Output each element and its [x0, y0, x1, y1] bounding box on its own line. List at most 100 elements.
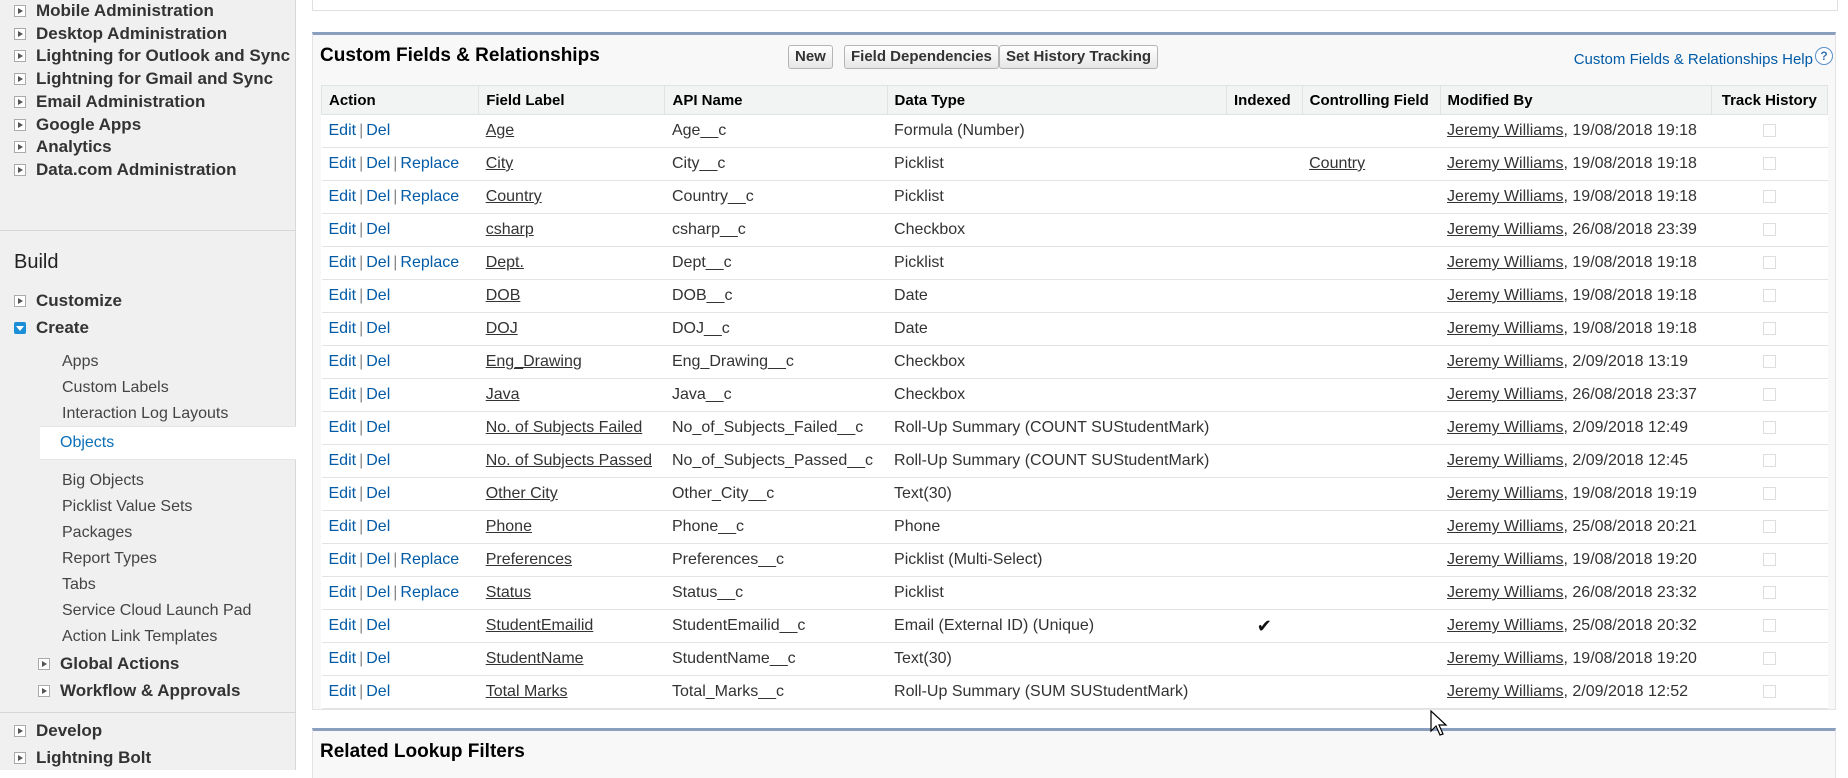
controlling-field-link[interactable]: Country: [1309, 155, 1365, 172]
field-label-link[interactable]: DOB: [486, 287, 521, 304]
edit-link[interactable]: Edit: [329, 485, 357, 502]
edit-link[interactable]: Edit: [329, 419, 357, 436]
column-header[interactable]: Track History: [1710, 85, 1829, 115]
user-link[interactable]: Jeremy Williams: [1447, 650, 1563, 667]
help-icon[interactable]: ?: [1815, 47, 1833, 65]
field-label-link[interactable]: City: [486, 155, 514, 172]
sidebar-subitem[interactable]: Interaction Log Layouts: [62, 401, 228, 427]
expand-icon[interactable]: [14, 118, 26, 131]
expand-icon[interactable]: [14, 50, 26, 63]
delete-link[interactable]: Del: [366, 287, 390, 304]
edit-link[interactable]: Edit: [329, 518, 357, 535]
user-link[interactable]: Jeremy Williams: [1447, 320, 1563, 337]
user-link[interactable]: Jeremy Williams: [1447, 188, 1563, 205]
edit-link[interactable]: Edit: [329, 452, 357, 469]
new-field-button[interactable]: New: [788, 45, 833, 69]
edit-link[interactable]: Edit: [329, 122, 357, 139]
field-label-link[interactable]: Java: [486, 386, 520, 403]
replace-link[interactable]: Replace: [400, 584, 459, 601]
expand-icon[interactable]: [14, 73, 26, 86]
delete-link[interactable]: Del: [366, 485, 390, 502]
column-header[interactable]: Controlling Field: [1301, 85, 1441, 115]
delete-link[interactable]: Del: [366, 188, 390, 205]
delete-link[interactable]: Del: [366, 650, 390, 667]
delete-link[interactable]: Del: [366, 419, 390, 436]
field-label-link[interactable]: Age: [486, 122, 514, 139]
delete-link[interactable]: Del: [366, 584, 390, 601]
field-label-link[interactable]: Preferences: [486, 551, 572, 568]
edit-link[interactable]: Edit: [329, 386, 357, 403]
delete-link[interactable]: Del: [366, 353, 390, 370]
sidebar-subitem[interactable]: Picklist Value Sets: [62, 494, 192, 520]
help-link[interactable]: Custom Fields & Relationships Help: [1574, 51, 1813, 68]
expand-icon[interactable]: [38, 658, 50, 670]
replace-link[interactable]: Replace: [400, 188, 459, 205]
column-header[interactable]: Field Label: [478, 85, 666, 115]
edit-link[interactable]: Edit: [329, 584, 357, 601]
sidebar-subitem[interactable]: Apps: [62, 349, 98, 375]
sidebar-item-workflow[interactable]: Workflow & Approvals: [38, 678, 240, 704]
delete-link[interactable]: Del: [366, 551, 390, 568]
field-label-link[interactable]: Other City: [486, 485, 558, 502]
field-label-link[interactable]: No. of Subjects Failed: [486, 419, 643, 436]
column-header[interactable]: Modified By: [1439, 85, 1712, 115]
sidebar-item-lightning-bolt[interactable]: Lightning Bolt: [14, 745, 151, 771]
edit-link[interactable]: Edit: [329, 320, 357, 337]
sidebar-subitem[interactable]: Big Objects: [62, 468, 144, 494]
sidebar-subitem[interactable]: Tabs: [62, 572, 96, 598]
sidebar-subitem[interactable]: Service Cloud Launch Pad: [62, 598, 251, 624]
edit-link[interactable]: Edit: [329, 188, 357, 205]
delete-link[interactable]: Del: [366, 320, 390, 337]
user-link[interactable]: Jeremy Williams: [1447, 254, 1563, 271]
expand-icon[interactable]: [14, 27, 26, 40]
delete-link[interactable]: Del: [366, 155, 390, 172]
field-label-link[interactable]: StudentName: [486, 650, 584, 667]
user-link[interactable]: Jeremy Williams: [1447, 584, 1563, 601]
user-link[interactable]: Jeremy Williams: [1447, 353, 1563, 370]
delete-link[interactable]: Del: [366, 122, 390, 139]
user-link[interactable]: Jeremy Williams: [1447, 551, 1563, 568]
replace-link[interactable]: Replace: [400, 254, 459, 271]
edit-link[interactable]: Edit: [329, 353, 357, 370]
field-label-link[interactable]: csharp: [486, 221, 534, 238]
sidebar-subitem[interactable]: Packages: [62, 520, 132, 546]
field-label-link[interactable]: Dept.: [486, 254, 524, 271]
edit-link[interactable]: Edit: [329, 221, 357, 238]
expand-icon[interactable]: [14, 725, 26, 737]
field-label-link[interactable]: Status: [486, 584, 531, 601]
user-link[interactable]: Jeremy Williams: [1447, 452, 1563, 469]
column-header[interactable]: Action: [320, 85, 480, 115]
collapse-icon[interactable]: [14, 322, 26, 334]
field-label-link[interactable]: Phone: [486, 518, 532, 535]
delete-link[interactable]: Del: [366, 518, 390, 535]
column-header[interactable]: API Name: [664, 85, 888, 115]
sidebar-item-global-actions[interactable]: Global Actions: [38, 651, 179, 677]
user-link[interactable]: Jeremy Williams: [1447, 617, 1563, 634]
user-link[interactable]: Jeremy Williams: [1447, 155, 1563, 172]
column-header[interactable]: Data Type: [886, 85, 1227, 115]
user-link[interactable]: Jeremy Williams: [1447, 386, 1563, 403]
field-label-link[interactable]: Total Marks: [486, 683, 568, 700]
field-label-link[interactable]: Country: [486, 188, 542, 205]
sidebar-item-create[interactable]: Create: [14, 315, 89, 341]
edit-link[interactable]: Edit: [329, 551, 357, 568]
delete-link[interactable]: Del: [366, 386, 390, 403]
field-label-link[interactable]: Eng_Drawing: [486, 353, 582, 370]
user-link[interactable]: Jeremy Williams: [1447, 683, 1563, 700]
delete-link[interactable]: Del: [366, 452, 390, 469]
sidebar-subitem[interactable]: Report Types: [62, 546, 157, 572]
sidebar-item-customize[interactable]: Customize: [14, 288, 122, 314]
delete-link[interactable]: Del: [366, 254, 390, 271]
sidebar-item-admin[interactable]: Data.com Administration: [14, 157, 237, 183]
user-link[interactable]: Jeremy Williams: [1447, 221, 1563, 238]
delete-link[interactable]: Del: [366, 683, 390, 700]
delete-link[interactable]: Del: [366, 617, 390, 634]
replace-link[interactable]: Replace: [400, 155, 459, 172]
field-label-link[interactable]: No. of Subjects Passed: [486, 452, 652, 469]
field-label-link[interactable]: DOJ: [486, 320, 518, 337]
field-label-link[interactable]: StudentEmailid: [486, 617, 594, 634]
column-header[interactable]: Indexed: [1225, 85, 1303, 115]
field-dependencies-button[interactable]: Field Dependencies: [844, 45, 999, 69]
sidebar-item-develop[interactable]: Develop: [14, 718, 102, 744]
edit-link[interactable]: Edit: [329, 254, 357, 271]
